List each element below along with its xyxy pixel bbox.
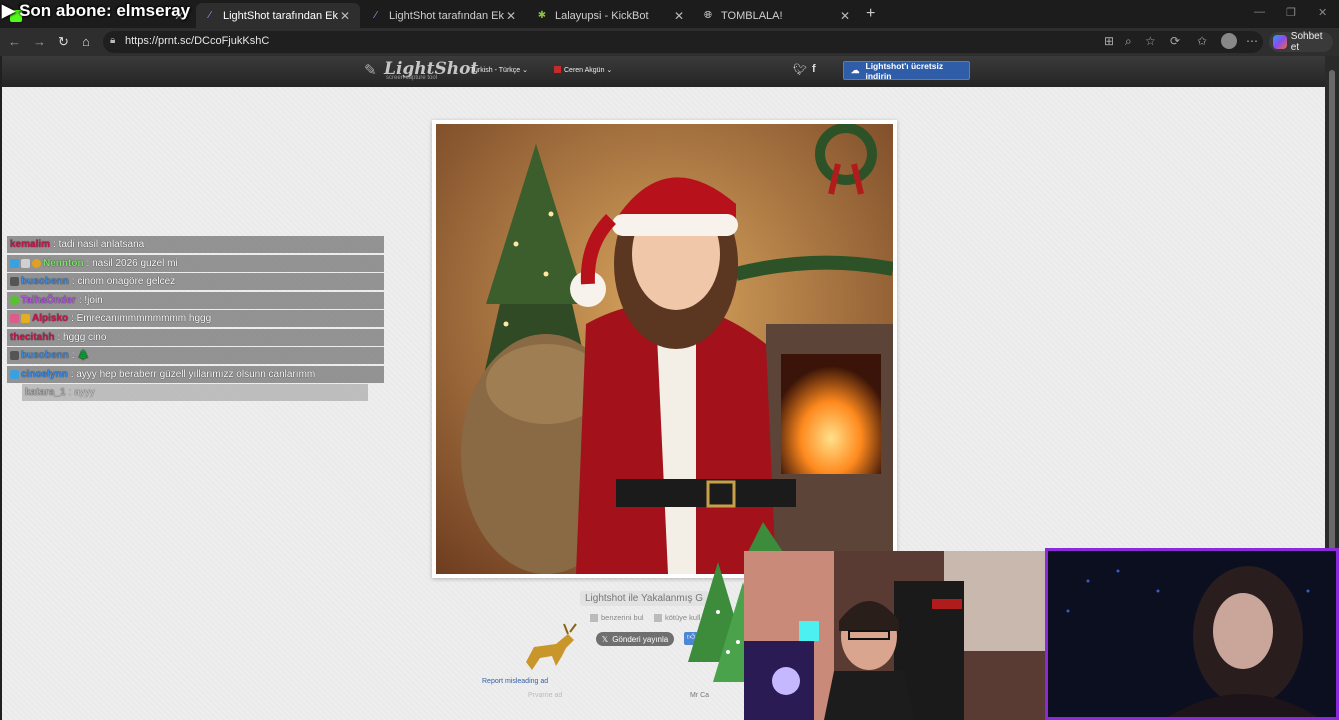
reindeer-ad-image[interactable]: [516, 622, 582, 674]
stream-chat-overlay: kemalim: tadi nasil anlatsana Nennton: n…: [7, 236, 384, 403]
similar-link[interactable]: benzerini bul: [590, 613, 644, 622]
globe-icon: 🌐︎: [704, 10, 712, 21]
download-icon: ☁: [851, 65, 860, 75]
close-icon[interactable]: ✕: [338, 9, 352, 23]
extensions-icon[interactable]: ⟳: [1170, 34, 1180, 48]
chat-message: Alpisko: Emrecanımmmmmmmm hggg: [7, 310, 384, 327]
badge-icon: [10, 295, 19, 305]
tab-strip: ✕ ∕ LightShot tarafından Ekran Görünt ✕ …: [0, 0, 1339, 28]
tab-lightshot[interactable]: ∕ LightShot tarafından Ekran Görünt ✕: [362, 3, 526, 28]
copilot-icon: [1273, 35, 1287, 49]
badge-icon: [10, 258, 19, 268]
stream-title-overlay: ▶ Son abone: elmseray: [2, 1, 191, 20]
refresh-icon[interactable]: ↻: [58, 34, 69, 50]
ad-text: Prvarne ad: [528, 692, 563, 699]
more-icon[interactable]: ⋯: [1246, 34, 1258, 48]
favorite-icon[interactable]: ☆: [1145, 34, 1156, 48]
lightshot-tagline: screen capture tool: [386, 75, 438, 81]
chat-message: katara_1: ayyy: [22, 384, 368, 401]
chat-message: thecitahh: hggg cino: [7, 328, 384, 346]
lightshot-header: ✎ LightShot screen capture tool Turkish …: [2, 56, 1325, 87]
webcam-feed-guest: [1045, 548, 1339, 720]
new-tab-icon[interactable]: +: [866, 5, 875, 23]
restore-icon[interactable]: ❐: [1286, 6, 1296, 19]
badge-icon: [21, 258, 30, 268]
user-menu[interactable]: Ceren Akgün ⌄: [564, 66, 612, 74]
badge-icon: [10, 314, 19, 323]
badge-icon: [21, 314, 30, 323]
forward-icon[interactable]: →: [33, 34, 46, 49]
download-button[interactable]: ☁ Lightshot'ı ücretsiz indirin: [843, 61, 970, 81]
chat-message: Nennton: nasil 2026 guzel mi: [7, 254, 384, 272]
close-icon[interactable]: ✕: [672, 9, 686, 23]
badge-icon: [10, 351, 19, 360]
chat-message: cinoelynn: ayyy hep beraberr güzell yıll…: [7, 365, 384, 383]
feather-icon: ∕: [209, 10, 211, 21]
webcam-feed-streamer: [744, 551, 1045, 720]
feather-icon: ∕: [375, 10, 377, 21]
back-icon[interactable]: ←: [8, 34, 21, 49]
address-bar[interactable]: 🔒︎ https://prnt.sc/DCcoFjukKshC: [103, 31, 1263, 53]
profile-avatar[interactable]: [1221, 33, 1237, 49]
language-selector[interactable]: Turkish - Türkçe ⌄: [470, 66, 528, 74]
lock-icon[interactable]: 🔒︎: [110, 35, 115, 46]
zoom-icon[interactable]: ⌕: [1125, 34, 1132, 49]
tab-kickbot[interactable]: ✱ Lalayupsi - KickBot ✕: [528, 3, 694, 28]
tab-lightshot-active[interactable]: ∕ LightShot tarafından Ekran Görünt ✕: [196, 3, 360, 28]
apps-icon[interactable]: ⊞: [1104, 34, 1114, 48]
flag-icon: [654, 613, 662, 622]
twitter-icon[interactable]: 🐦︎: [793, 63, 807, 76]
share-twitter-button[interactable]: 𝕏 Gönderi yayınla: [596, 632, 674, 646]
search-icon: [590, 613, 598, 622]
chat-message: busobenn: 🌲: [7, 347, 384, 364]
navigation-bar: ← → ↻ ⌂ 🔒︎ https://prnt.sc/DCcoFjukKshC …: [0, 28, 1339, 56]
play-icon: ▶: [2, 1, 16, 20]
user-flag-icon: [554, 66, 561, 73]
chat-message: TalhaÖnder: !join: [7, 291, 384, 309]
tab-tomblala[interactable]: 🌐︎ TOMBLALA! ✕: [694, 3, 860, 28]
chat-message: kemalim: tadi nasil anlatsana: [7, 236, 384, 253]
screenshot-image[interactable]: [436, 124, 893, 574]
kick-icon: ✱: [537, 10, 547, 21]
close-icon[interactable]: ✕: [838, 9, 852, 23]
report-ad-link[interactable]: Report misleading ad: [482, 678, 548, 685]
feather-icon: ✎: [364, 62, 377, 79]
badge-icon: [10, 277, 19, 286]
copilot-button[interactable]: Sohbet et: [1269, 31, 1333, 53]
home-icon[interactable]: ⌂: [82, 34, 90, 49]
badge-icon: [10, 369, 19, 379]
facebook-icon[interactable]: f: [812, 63, 816, 75]
minimize-icon[interactable]: —: [1254, 6, 1265, 18]
favorites-icon[interactable]: ✩: [1197, 34, 1207, 48]
window-close-icon[interactable]: ✕: [1318, 6, 1327, 19]
chat-message: busobenn: cinom onagöre gelcez: [7, 273, 384, 290]
badge-icon: [32, 258, 41, 268]
x-icon: 𝕏: [601, 634, 609, 644]
close-icon[interactable]: ✕: [504, 9, 518, 23]
